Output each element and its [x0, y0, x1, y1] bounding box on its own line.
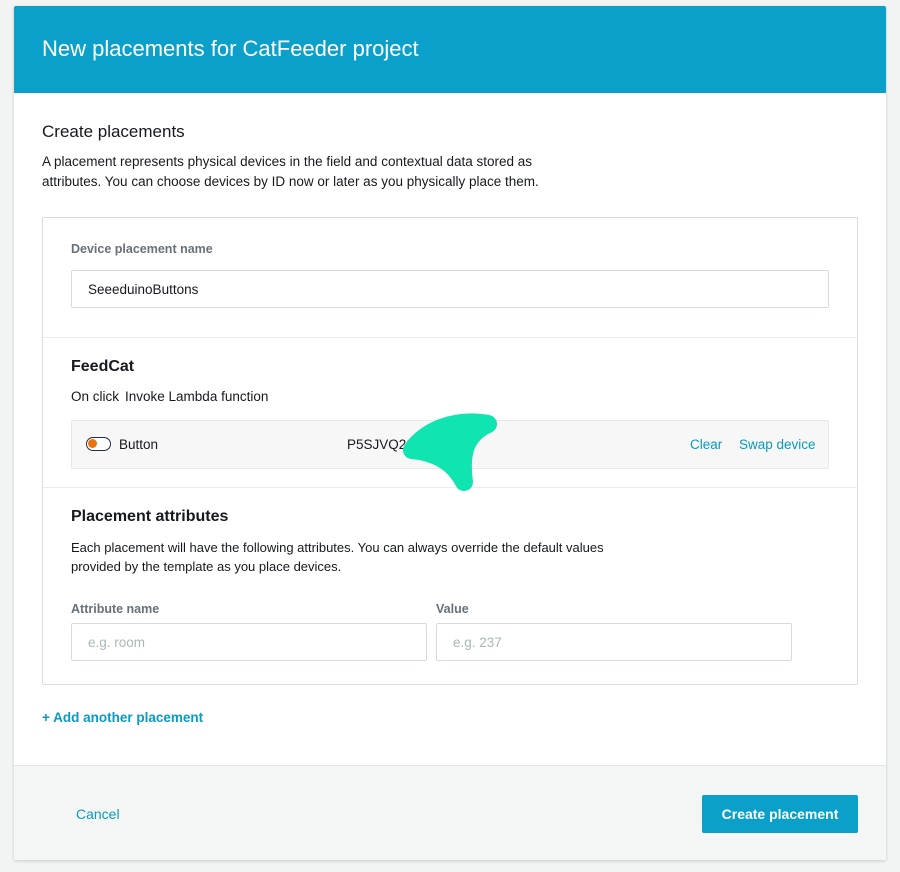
attribute-name-input[interactable] [71, 623, 427, 661]
swap-device-link[interactable]: Swap device [739, 437, 816, 452]
attribute-value-input[interactable] [436, 623, 792, 661]
trigger-row: On click Invoke Lambda function [71, 389, 268, 404]
redaction-scribble [403, 413, 497, 491]
device-template-name: FeedCat [71, 358, 135, 375]
create-placement-button[interactable]: Create placement [702, 795, 858, 833]
placement-attributes-description: Each placement will have the following a… [71, 540, 604, 574]
create-placements-heading: Create placements [42, 122, 185, 141]
trigger-label: On click [71, 389, 120, 404]
placement-name-section: Device placement name [43, 218, 857, 338]
device-type: Button [119, 437, 159, 452]
modal-header: New placements for CatFeeder project [14, 6, 886, 93]
cancel-button[interactable]: Cancel [76, 806, 120, 822]
attribute-name-label: Attribute name [71, 602, 160, 616]
modal-footer: Cancel Create placement [14, 765, 886, 860]
add-another-placement-link[interactable]: + Add another placement [42, 710, 203, 725]
trigger-action: Invoke Lambda function [125, 389, 269, 404]
placement-name-label: Device placement name [71, 242, 213, 256]
placement-attributes-section: Placement attributes Each placement will… [43, 488, 857, 684]
create-placements-description: A placement represents physical devices … [42, 154, 539, 189]
placement-name-input[interactable] [71, 270, 829, 308]
clear-device-link[interactable]: Clear [690, 437, 722, 452]
toggle-switch-icon [86, 437, 111, 451]
attribute-value-label: Value [436, 602, 469, 616]
placement-attributes-heading: Placement attributes [71, 508, 229, 525]
modal-title: New placements for CatFeeder project [42, 36, 419, 61]
